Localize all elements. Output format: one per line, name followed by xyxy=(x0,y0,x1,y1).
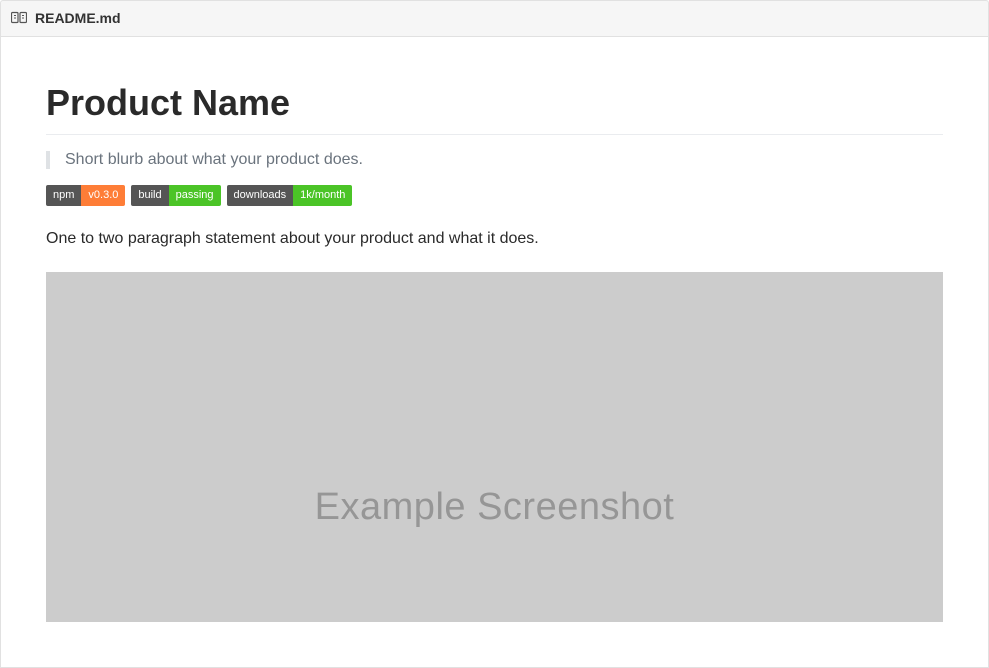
badge-downloads-value: 1k/month xyxy=(293,185,352,206)
blurb-text: Short blurb about what your product does… xyxy=(65,151,928,169)
file-header: README.md xyxy=(0,0,989,37)
readme-body: Product Name Short blurb about what your… xyxy=(0,37,989,668)
screenshot-label: Example Screenshot xyxy=(315,486,675,529)
file-name: README.md xyxy=(35,10,121,26)
book-icon xyxy=(11,10,27,26)
badge-build[interactable]: build passing xyxy=(131,185,220,206)
badge-npm[interactable]: npm v0.3.0 xyxy=(46,185,125,206)
badge-npm-value: v0.3.0 xyxy=(81,185,125,206)
badge-downloads-label: downloads xyxy=(227,185,294,206)
badges-row: npm v0.3.0 build passing downloads 1k/mo… xyxy=(46,185,943,206)
badge-downloads[interactable]: downloads 1k/month xyxy=(227,185,353,206)
screenshot-placeholder: Example Screenshot xyxy=(46,272,943,622)
badge-npm-label: npm xyxy=(46,185,81,206)
short-blurb: Short blurb about what your product does… xyxy=(46,151,943,169)
product-description: One to two paragraph statement about you… xyxy=(46,230,943,248)
product-title: Product Name xyxy=(46,82,943,135)
badge-build-value: passing xyxy=(169,185,221,206)
badge-build-label: build xyxy=(131,185,168,206)
